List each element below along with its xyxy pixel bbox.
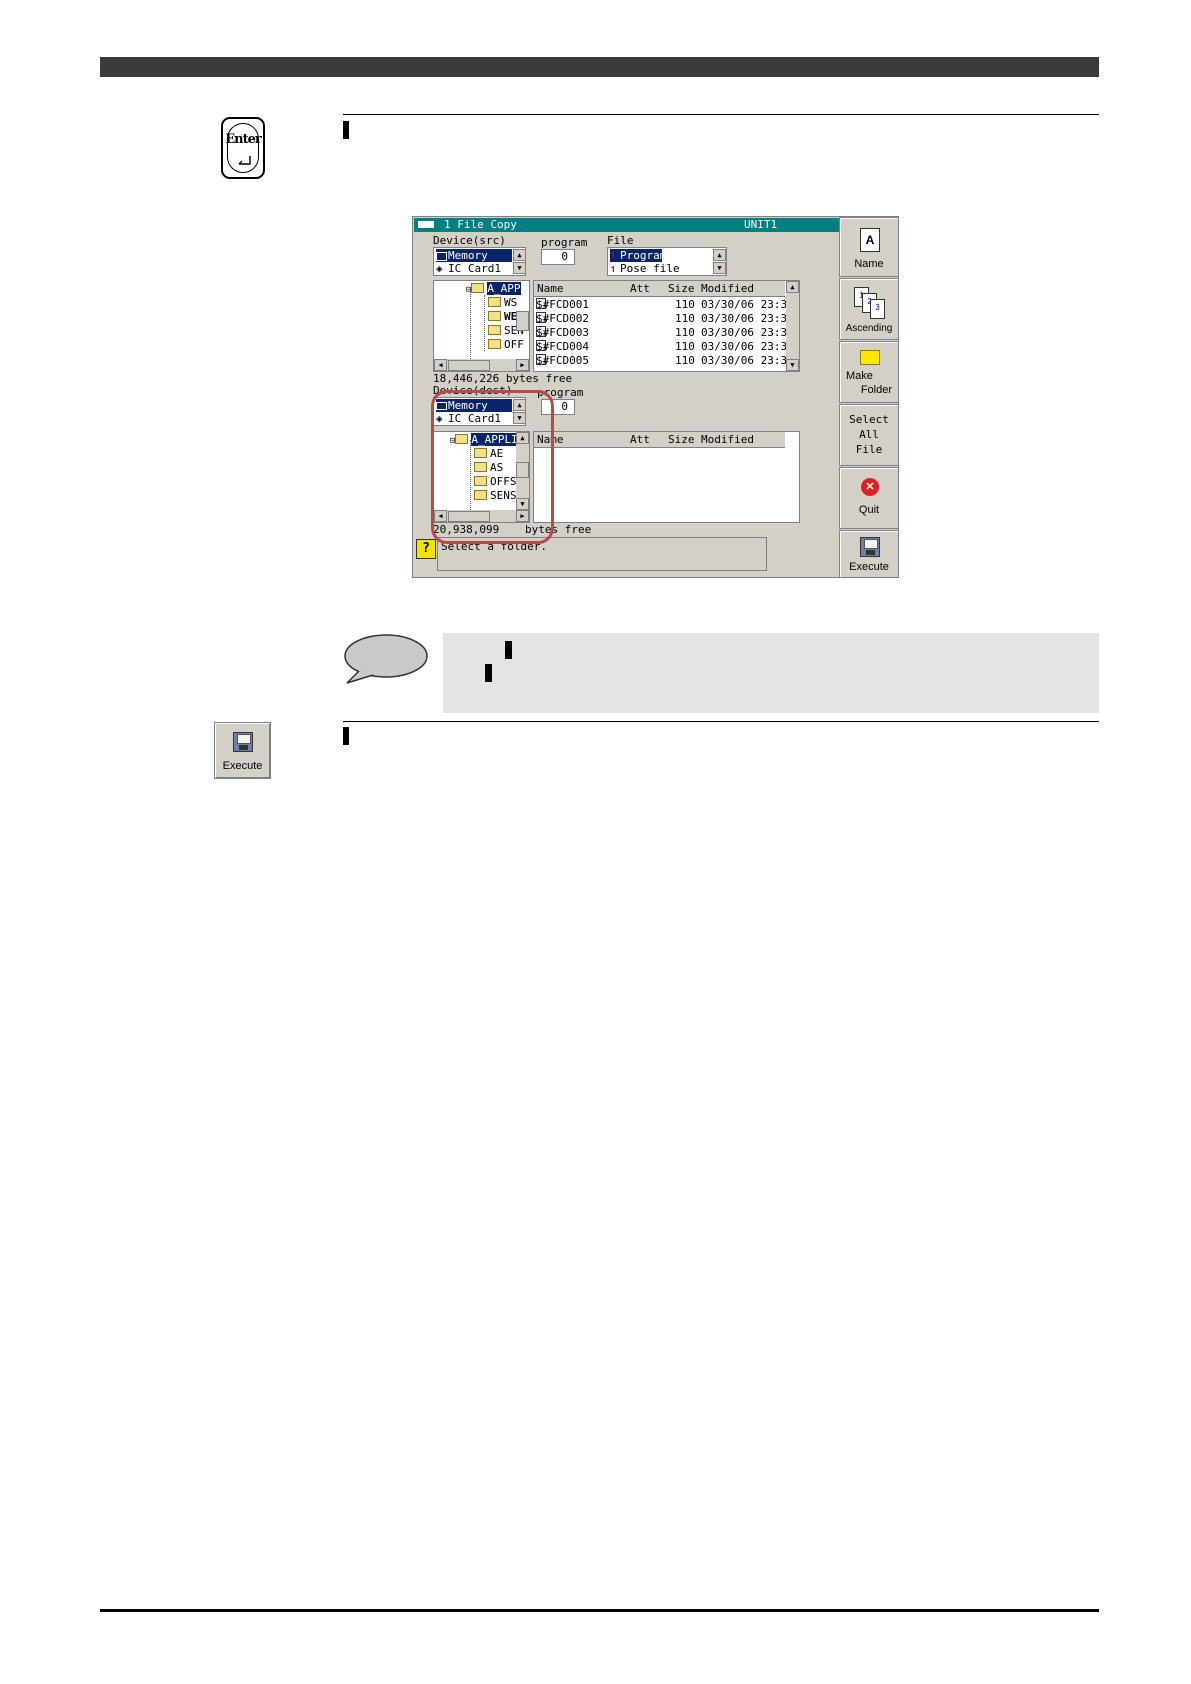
quit-icon: ✕ bbox=[861, 478, 879, 496]
pose-file-icon: ↿ bbox=[610, 262, 617, 275]
return-arrow-icon bbox=[238, 156, 251, 165]
step-divider bbox=[343, 721, 1099, 722]
program-src-field[interactable]: 0 bbox=[541, 249, 575, 265]
tree-hscrollbar[interactable]: ◀ ▶ bbox=[434, 359, 529, 371]
col-name[interactable]: Name bbox=[537, 282, 564, 295]
program-dest-value: 0 bbox=[561, 400, 568, 413]
tree-item[interactable]: OFF bbox=[488, 338, 524, 351]
note-marker bbox=[485, 664, 492, 682]
program-src-label: program bbox=[541, 236, 588, 249]
file-label: File bbox=[607, 234, 634, 247]
col-att[interactable]: Att bbox=[630, 433, 650, 446]
col-modified[interactable]: Modified bbox=[701, 433, 754, 446]
enter-key-icon: Enter bbox=[221, 117, 265, 179]
scroll-left-icon[interactable]: ◀ bbox=[434, 359, 447, 371]
quit-button[interactable]: ✕ Quit bbox=[839, 467, 898, 529]
src-file-table[interactable]: Name Att Size Modified $#FCD001 110 03/3… bbox=[533, 280, 800, 372]
file-type-option[interactable]: Pose file bbox=[620, 262, 680, 275]
execute-button[interactable]: Execute bbox=[839, 530, 898, 577]
window-icon bbox=[418, 221, 434, 228]
unit-label: UNIT1 bbox=[744, 218, 778, 231]
dest-device-highlight bbox=[431, 390, 554, 544]
src-folder-tree[interactable]: ⊟ A_APP WS WEL SEN OFF ◀ ▶ bbox=[433, 280, 530, 372]
col-att[interactable]: Att bbox=[630, 282, 650, 295]
step-marker bbox=[343, 121, 349, 139]
device-src-option[interactable]: Memory bbox=[448, 249, 488, 262]
window-title: 1 File Copy bbox=[444, 218, 517, 231]
help-icon[interactable]: ? bbox=[416, 539, 436, 559]
sort-name-button[interactable]: A Name bbox=[839, 217, 898, 277]
scroll-down-icon[interactable]: ▼ bbox=[713, 262, 726, 274]
memory-icon bbox=[436, 252, 447, 261]
col-modified[interactable]: Modified bbox=[701, 282, 754, 295]
tree-item[interactable]: WS bbox=[488, 296, 517, 309]
select-all-file-button[interactable]: Select All File bbox=[839, 404, 898, 466]
table-row[interactable]: $#FCD002 110 03/30/06 23:36 bbox=[534, 312, 799, 326]
scroll-up-icon[interactable]: ▲ bbox=[513, 249, 526, 261]
ascending-button[interactable]: 1 2 3 Ascending bbox=[839, 278, 898, 340]
file-type-select[interactable]: ↿ Program ↿ Pose file ▲ ▼ bbox=[607, 247, 727, 276]
floppy-icon bbox=[860, 537, 880, 557]
table-vscrollbar[interactable]: ▲ ▼ bbox=[786, 281, 799, 371]
dest-file-table[interactable]: Name Att Size Modified bbox=[533, 431, 800, 523]
folder-icon bbox=[860, 350, 880, 365]
device-src-option[interactable]: IC Card1 bbox=[448, 262, 501, 275]
ascending-icon: 1 2 3 bbox=[854, 287, 885, 319]
step-divider bbox=[343, 114, 1099, 115]
file-type-option[interactable]: Program bbox=[620, 249, 666, 262]
table-row[interactable]: $#FCD004 110 03/30/06 23:36 bbox=[534, 340, 799, 354]
tree-item[interactable]: ⊟ A_APP bbox=[466, 282, 521, 295]
card-icon: ◈ bbox=[436, 262, 443, 275]
note-marker bbox=[505, 641, 512, 659]
speech-bubble-icon bbox=[344, 634, 428, 684]
program-file-icon: ↿ bbox=[610, 248, 617, 261]
step-marker bbox=[343, 727, 349, 745]
header-bar bbox=[100, 57, 1099, 77]
table-row[interactable]: $#FCD001 110 03/30/06 23:36 bbox=[534, 298, 799, 312]
titlebar: 1 File Copy UNIT1 bbox=[414, 218, 839, 232]
execute-key-icon: Execute bbox=[214, 722, 271, 779]
scroll-down-icon[interactable]: ▼ bbox=[786, 359, 799, 371]
note-box bbox=[443, 633, 1099, 713]
scroll-down-icon[interactable]: ▼ bbox=[513, 262, 526, 274]
footer-rule bbox=[100, 1609, 1099, 1612]
device-src-label: Device(src) bbox=[433, 234, 506, 247]
make-folder-button[interactable]: Make Folder bbox=[839, 341, 898, 403]
table-row[interactable]: $#FCD003 110 03/30/06 23:36 bbox=[534, 326, 799, 340]
col-size[interactable]: Size bbox=[668, 433, 695, 446]
scroll-up-icon[interactable]: ▲ bbox=[713, 249, 726, 261]
scroll-right-icon[interactable]: ▶ bbox=[516, 359, 529, 371]
name-sort-icon: A bbox=[860, 228, 880, 252]
tree-vscroll-thumb[interactable] bbox=[516, 311, 529, 331]
program-src-value: 0 bbox=[561, 250, 568, 263]
floppy-icon bbox=[233, 732, 253, 752]
device-src-select[interactable]: Memory ◈ IC Card1 ▲ ▼ bbox=[433, 247, 526, 276]
table-row[interactable]: $#FCD005 110 03/30/06 23:36 bbox=[534, 354, 799, 368]
col-size[interactable]: Size bbox=[668, 282, 695, 295]
scroll-up-icon[interactable]: ▲ bbox=[786, 281, 799, 293]
